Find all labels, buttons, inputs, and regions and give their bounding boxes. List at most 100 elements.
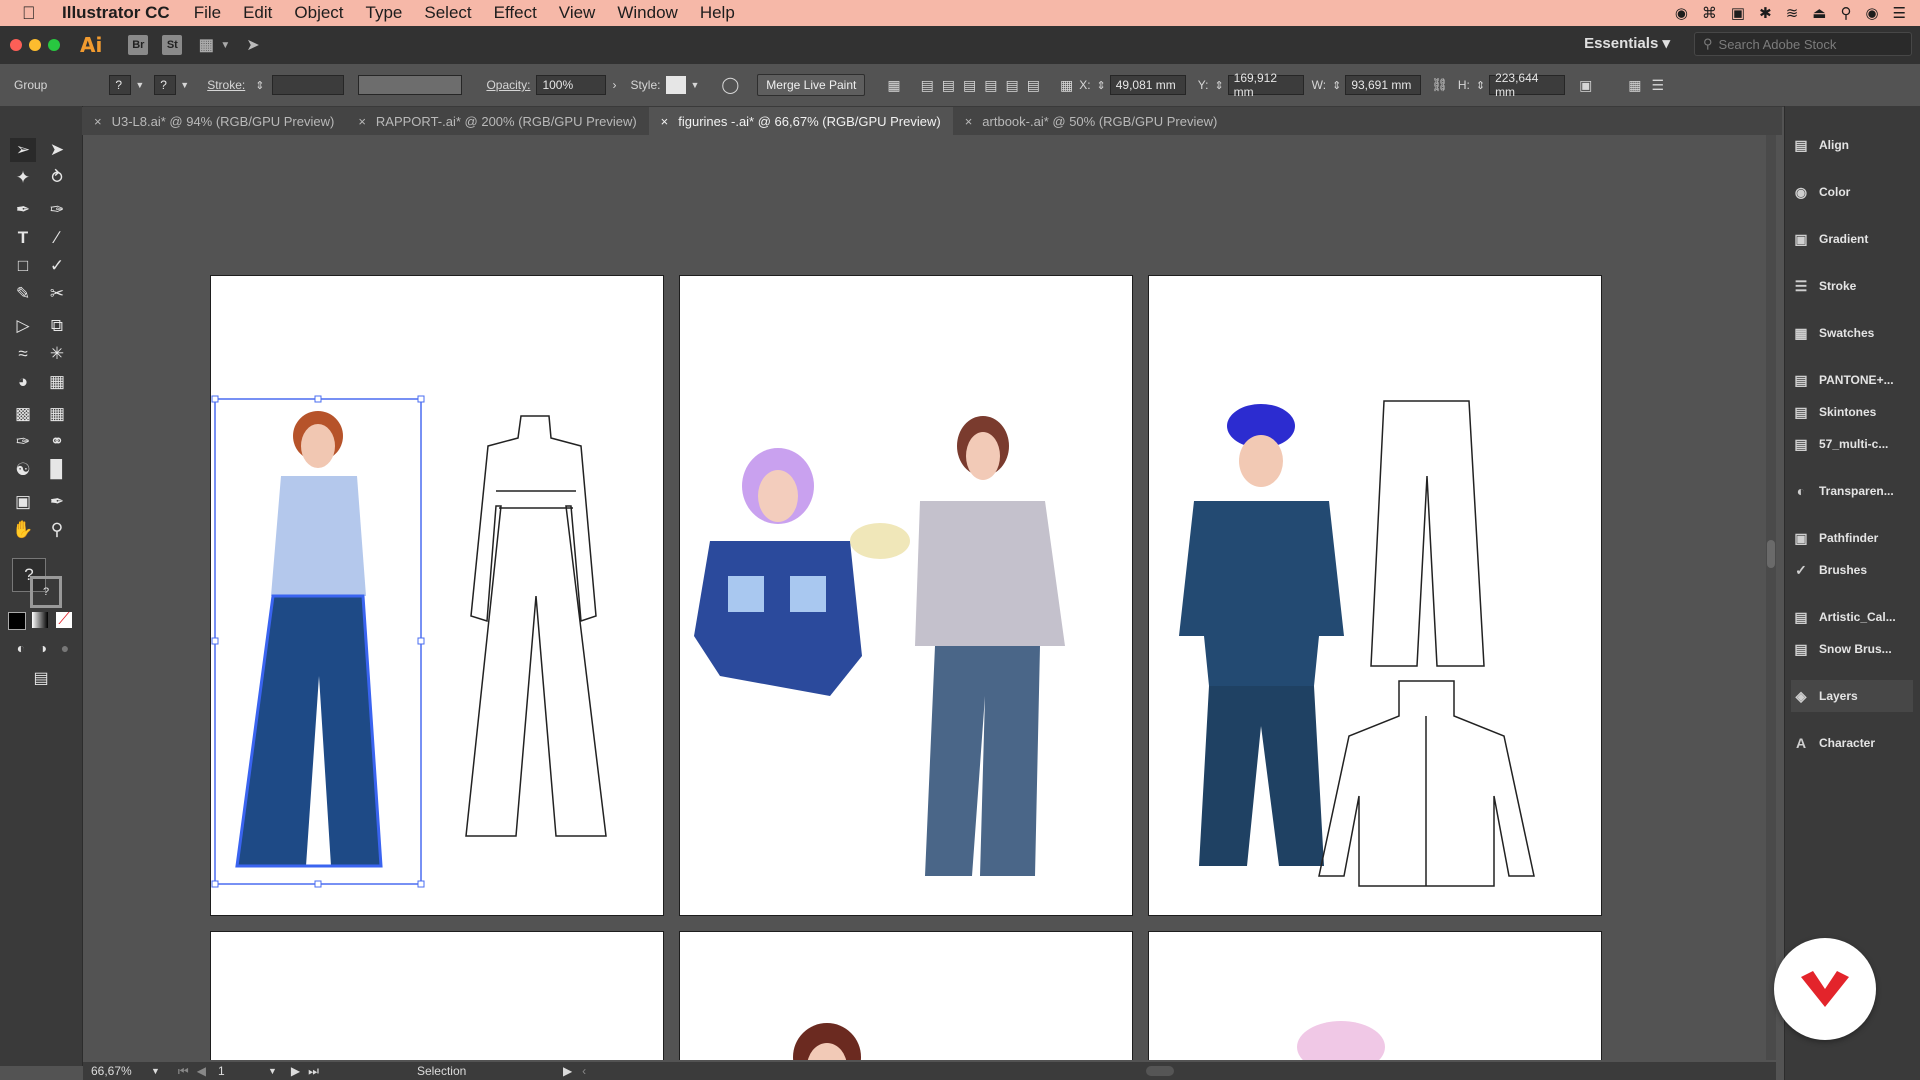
paintbrush-tool-icon[interactable]: ✓ (44, 254, 70, 278)
vertical-scrollbar[interactable] (1766, 135, 1776, 1060)
w-stepper[interactable]: ⇕ (1332, 79, 1341, 92)
opacity-field[interactable]: 100% (536, 75, 607, 95)
style-swatch[interactable] (666, 76, 687, 94)
flat-sketch-pants[interactable] (1370, 400, 1485, 667)
tab-artbook[interactable]: × artbook-.ai* @ 50% (RGB/GPU Preview) (953, 107, 1230, 135)
menu-type[interactable]: Type (366, 3, 403, 23)
menu-file[interactable]: File (194, 3, 221, 23)
menu-select[interactable]: Select (424, 3, 471, 23)
width-tool-icon[interactable]: ≈ (10, 342, 36, 366)
y-stepper[interactable]: ⇕ (1214, 79, 1223, 92)
lasso-tool-icon[interactable]: ⥁ (44, 166, 70, 190)
shape-builder-tool-icon[interactable]: ◕ (10, 370, 36, 394)
column-graph-tool-icon[interactable]: ▉ (44, 458, 70, 482)
direct-selection-tool-icon[interactable]: ➤ (44, 138, 70, 162)
stroke-indicator-icon[interactable]: ? (30, 576, 62, 608)
stroke-label[interactable]: Stroke: (207, 78, 245, 92)
panel-artistic-calligraphic[interactable]: ▤ Artistic_Cal... (1791, 601, 1913, 633)
stock-search-input[interactable]: ⚲ Search Adobe Stock (1694, 32, 1912, 56)
panel-gradient[interactable]: ▣ Gradient (1791, 223, 1913, 255)
bluetooth-icon[interactable]: ✱ (1759, 4, 1772, 22)
flat-sketch-outfit[interactable] (465, 415, 607, 837)
artboard-2[interactable] (679, 275, 1133, 916)
tab-figurines[interactable]: × figurines -.ai* @ 66,67% (RGB/GPU Previ… (648, 107, 953, 135)
close-icon[interactable]: × (358, 114, 366, 129)
panel-color[interactable]: ◉ Color (1791, 176, 1913, 208)
siri-icon[interactable]: ◉ (1865, 4, 1878, 22)
h-stepper[interactable]: ⇕ (1476, 79, 1485, 92)
line-tool-icon[interactable]: ∕ (44, 226, 70, 250)
arrange-documents-icon[interactable]: ▦ (196, 35, 216, 55)
canvas-area[interactable] (83, 135, 1776, 1060)
zoom-window-icon[interactable] (48, 39, 60, 51)
close-icon[interactable]: × (94, 114, 102, 129)
chevron-down-icon[interactable]: ▼ (268, 1066, 277, 1076)
previous-artboard-icon[interactable]: ◀ (197, 1064, 206, 1078)
panel-brushes[interactable]: ✓ Brushes (1791, 554, 1913, 586)
brush-definition-field[interactable] (358, 75, 463, 95)
stroke-swatch[interactable]: ? (154, 75, 177, 95)
type-tool-icon[interactable]: T (10, 226, 36, 250)
last-artboard-icon[interactable]: ⏭ (308, 1064, 319, 1079)
screen-mode-icon[interactable]: ▤ (28, 666, 54, 690)
tab-rapport[interactable]: × RAPPORT-.ai* @ 200% (RGB/GPU Preview) (346, 107, 648, 135)
mesh-tool-icon[interactable]: ▩ (10, 402, 36, 426)
figure-illustration[interactable] (694, 448, 910, 696)
panel-pantone[interactable]: ▤ PANTONE+... (1791, 364, 1913, 396)
artboard-number-field[interactable]: 1 (218, 1064, 262, 1078)
app-menu[interactable]: Illustrator CC (62, 3, 170, 23)
chevron-right-icon[interactable]: › (612, 78, 616, 92)
wifi-icon[interactable]: ≋ (1786, 4, 1799, 22)
control-center-icon[interactable]: ☰ (1893, 4, 1906, 22)
panel-swatches[interactable]: ▦ Swatches (1791, 317, 1913, 349)
panel-pathfinder[interactable]: ▣ Pathfinder (1791, 522, 1913, 554)
panel-stroke[interactable]: ☰ Stroke (1791, 270, 1913, 302)
pen-tool-icon[interactable]: ✒ (10, 198, 36, 222)
chevron-down-icon[interactable]: ▼ (690, 80, 699, 90)
reflect-tool-icon[interactable]: ▷ (10, 314, 36, 338)
align-to-icon[interactable]: ▦ (887, 77, 900, 94)
menu-object[interactable]: Object (294, 3, 343, 23)
next-artboard-icon[interactable]: ▶ (291, 1064, 300, 1078)
transform-icon[interactable]: ▣ (1579, 77, 1592, 94)
rectangle-tool-icon[interactable]: □ (10, 254, 36, 278)
panel-transparency[interactable]: ◐ Transparen... (1791, 475, 1913, 507)
close-window-icon[interactable] (10, 39, 22, 51)
chevron-down-icon[interactable]: ▼ (220, 40, 230, 51)
constrain-proportions-icon[interactable]: ⛓ (1431, 77, 1448, 93)
minimize-window-icon[interactable] (29, 39, 41, 51)
scroll-thumb[interactable] (1767, 540, 1775, 568)
flat-sketch-jacket[interactable] (1318, 680, 1535, 887)
close-icon[interactable]: × (965, 114, 973, 129)
chevron-down-icon[interactable]: ▼ (151, 1066, 160, 1076)
panel-character[interactable]: A Character (1791, 727, 1913, 759)
stroke-weight-field[interactable] (272, 75, 345, 95)
horizontal-scroll-thumb[interactable] (1146, 1066, 1175, 1076)
spotlight-search-icon[interactable]: ⚲ (1840, 4, 1851, 22)
symbol-sprayer-tool-icon[interactable]: ☯ (10, 458, 36, 482)
curvature-tool-icon[interactable]: ✑ (44, 198, 70, 222)
panel-multi-color[interactable]: ▤ 57_multi-c... (1791, 428, 1913, 460)
command-icon[interactable]: ⌘ (1702, 4, 1717, 22)
artboard-1[interactable] (210, 275, 664, 916)
slice-tool-icon[interactable]: ✒ (44, 490, 70, 514)
workspace-switcher[interactable]: Essentials ▾ (1584, 34, 1670, 52)
scissors-tool-icon[interactable]: ✂ (44, 282, 70, 306)
scale-tool-icon[interactable]: ⧉ (44, 314, 70, 338)
artboard-tool-icon[interactable]: ▣ (10, 490, 36, 514)
apple-icon[interactable]:  (22, 3, 46, 24)
close-icon[interactable]: × (661, 114, 669, 129)
menu-window[interactable]: Window (617, 3, 677, 23)
panel-align[interactable]: ▤ Align (1791, 129, 1913, 161)
figure-illustration[interactable] (915, 416, 1065, 876)
selection-tool-icon[interactable]: ➢ (10, 138, 36, 162)
tab-u3-l8[interactable]: × U3-L8.ai* @ 94% (RGB/GPU Preview) (82, 107, 346, 135)
artboard-3[interactable] (1148, 275, 1602, 916)
scroll-left-icon[interactable]: ‹ (582, 1064, 586, 1078)
align-buttons[interactable]: ▤▤▤▤▤▤ (921, 77, 1048, 94)
blend-tool-icon[interactable]: ⚭ (44, 430, 70, 454)
color-mode-icon[interactable] (8, 612, 26, 630)
puppet-warp-tool-icon[interactable]: ✳ (44, 342, 70, 366)
x-stepper[interactable]: ⇕ (1097, 79, 1106, 92)
h-field[interactable]: 223,644 mm (1489, 71, 1566, 99)
